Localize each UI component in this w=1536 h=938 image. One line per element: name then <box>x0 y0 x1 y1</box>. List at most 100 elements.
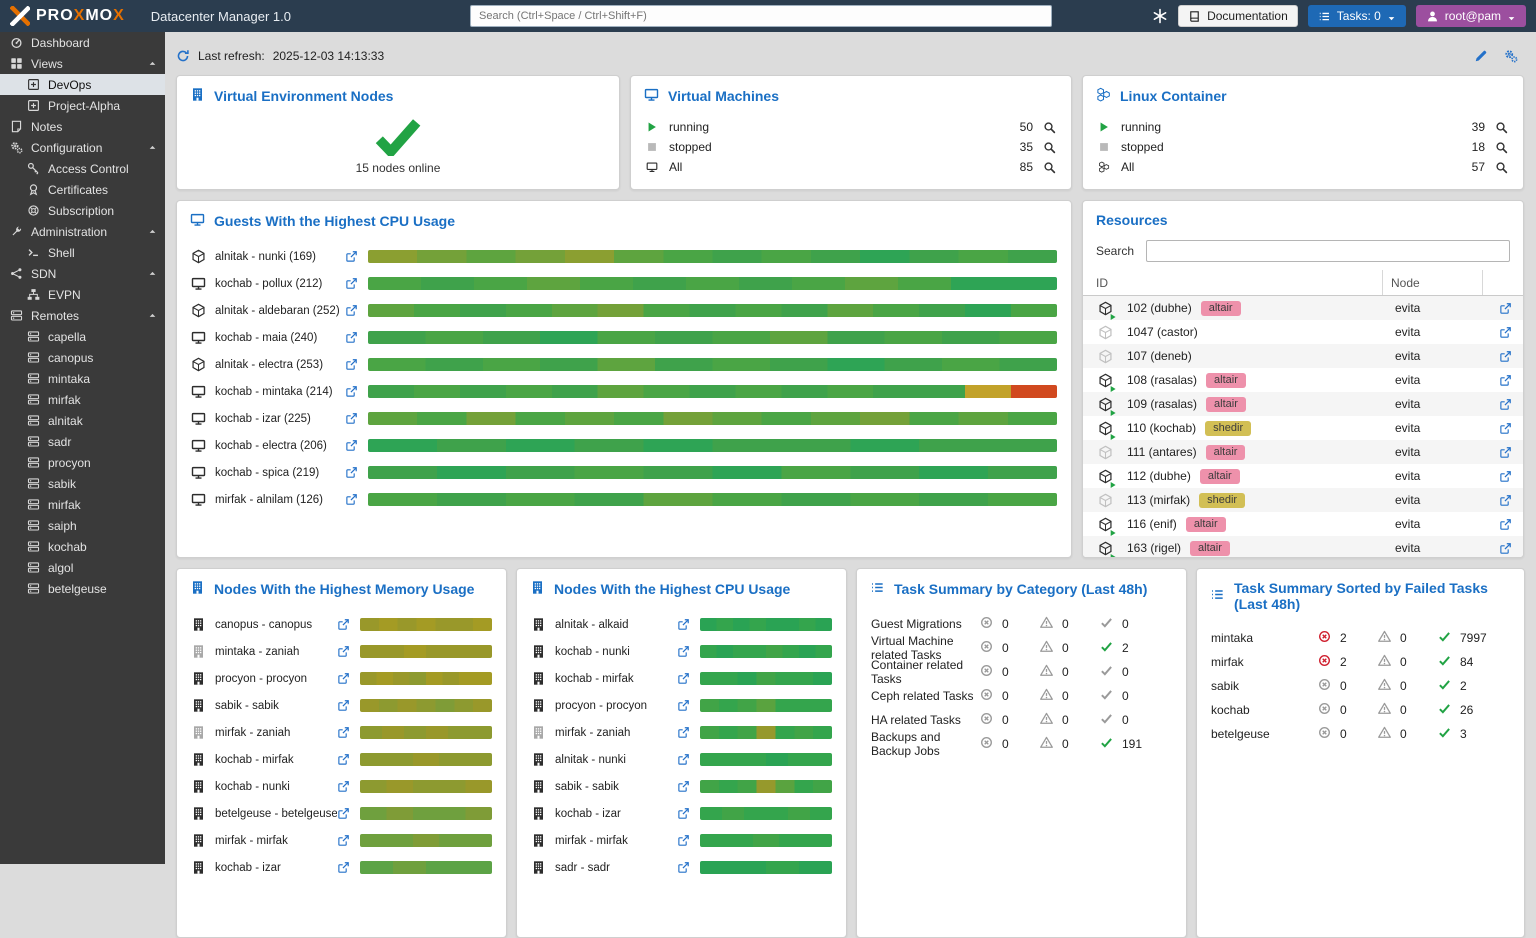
resource-row[interactable]: 110 (kochab)shedirevita <box>1083 416 1523 440</box>
external-link-icon[interactable] <box>345 493 358 506</box>
external-link-icon[interactable] <box>677 753 690 766</box>
external-link-icon[interactable] <box>1499 542 1512 555</box>
resource-row[interactable]: 108 (rasalas)altairevita <box>1083 368 1523 392</box>
external-link-icon[interactable] <box>1499 374 1512 387</box>
external-link-icon[interactable] <box>337 807 350 820</box>
search-icon[interactable] <box>1495 141 1508 154</box>
search-icon[interactable] <box>1495 161 1508 174</box>
sidebar-item-dashboard[interactable]: Dashboard <box>0 32 165 53</box>
external-link-icon[interactable] <box>1499 470 1512 483</box>
caret-up-icon[interactable] <box>148 269 157 278</box>
tasks-button[interactable]: Tasks: 0 <box>1308 5 1406 27</box>
external-link-icon[interactable] <box>1499 494 1512 507</box>
resource-row[interactable]: 109 (rasalas)altairevita <box>1083 392 1523 416</box>
external-link-icon[interactable] <box>345 439 358 452</box>
external-link-icon[interactable] <box>677 726 690 739</box>
external-link-icon[interactable] <box>1499 422 1512 435</box>
sidebar-item-shell[interactable]: Shell <box>0 242 165 263</box>
sidebar-item-sdn[interactable]: SDN <box>0 263 165 284</box>
external-link-icon[interactable] <box>1499 350 1512 363</box>
resource-row[interactable]: 112 (dubhe)altairevita <box>1083 464 1523 488</box>
external-link-icon[interactable] <box>677 618 690 631</box>
external-link-icon[interactable] <box>337 618 350 631</box>
sidebar-item-administration[interactable]: Administration <box>0 221 165 242</box>
settings-cogs-icon[interactable] <box>1504 49 1518 63</box>
external-link-icon[interactable] <box>345 385 358 398</box>
sidebar-item-saiph[interactable]: saiph <box>0 515 165 536</box>
external-link-icon[interactable] <box>337 726 350 739</box>
sidebar-item-procyon[interactable]: procyon <box>0 452 165 473</box>
resource-row[interactable]: 116 (enif)altairevita <box>1083 512 1523 536</box>
caret-up-icon[interactable] <box>148 143 157 152</box>
external-link-icon[interactable] <box>677 699 690 712</box>
external-link-icon[interactable] <box>1499 326 1512 339</box>
external-link-icon[interactable] <box>677 645 690 658</box>
refresh-icon[interactable] <box>176 49 190 63</box>
external-link-icon[interactable] <box>337 780 350 793</box>
global-search-input[interactable] <box>470 5 1052 27</box>
external-link-icon[interactable] <box>345 250 358 263</box>
resource-row[interactable]: 113 (mirfak)shedirevita <box>1083 488 1523 512</box>
external-link-icon[interactable] <box>677 780 690 793</box>
external-link-icon[interactable] <box>337 834 350 847</box>
sidebar-item-views[interactable]: Views <box>0 53 165 74</box>
resource-row[interactable]: 1047 (castor)evita <box>1083 320 1523 344</box>
sidebar-item-devops[interactable]: DevOps <box>0 74 165 95</box>
caret-up-icon[interactable] <box>148 311 157 320</box>
resource-row[interactable]: 102 (dubhe)altairevita <box>1083 296 1523 320</box>
sidebar-item-remotes[interactable]: Remotes <box>0 305 165 326</box>
user-menu-button[interactable]: root@pam <box>1416 5 1526 27</box>
external-link-icon[interactable] <box>677 672 690 685</box>
sidebar-item-kochab[interactable]: kochab <box>0 536 165 557</box>
resource-row[interactable]: 111 (antares)altairevita <box>1083 440 1523 464</box>
sidebar-item-alnitak[interactable]: alnitak <box>0 410 165 431</box>
search-icon[interactable] <box>1043 161 1056 174</box>
external-link-icon[interactable] <box>337 753 350 766</box>
sidebar-item-betelgeuse[interactable]: betelgeuse <box>0 578 165 599</box>
caret-up-icon[interactable] <box>148 59 157 68</box>
caret-up-icon[interactable] <box>148 227 157 236</box>
external-link-icon[interactable] <box>677 861 690 874</box>
resource-row[interactable]: 107 (deneb)evita <box>1083 344 1523 368</box>
search-icon[interactable] <box>1043 141 1056 154</box>
sidebar-item-mirfak[interactable]: mirfak <box>0 494 165 515</box>
external-link-icon[interactable] <box>345 277 358 290</box>
external-link-icon[interactable] <box>1499 518 1512 531</box>
external-link-icon[interactable] <box>1499 302 1512 315</box>
external-link-icon[interactable] <box>345 304 358 317</box>
search-icon[interactable] <box>1495 121 1508 134</box>
search-icon[interactable] <box>1043 121 1056 134</box>
external-link-icon[interactable] <box>337 672 350 685</box>
external-link-icon[interactable] <box>1499 398 1512 411</box>
sidebar-item-capella[interactable]: capella <box>0 326 165 347</box>
external-link-icon[interactable] <box>1499 446 1512 459</box>
sidebar-item-project-alpha[interactable]: Project-Alpha <box>0 95 165 116</box>
sidebar-item-evpn[interactable]: EVPN <box>0 284 165 305</box>
column-header-id[interactable]: ID <box>1083 270 1383 295</box>
resource-row[interactable]: 163 (rigel)altairevita <box>1083 536 1523 558</box>
column-header-node[interactable]: Node <box>1383 270 1483 295</box>
external-link-icon[interactable] <box>677 807 690 820</box>
external-link-icon[interactable] <box>345 412 358 425</box>
sidebar-item-mintaka[interactable]: mintaka <box>0 368 165 389</box>
external-link-icon[interactable] <box>345 331 358 344</box>
edit-dashboard-icon[interactable] <box>1474 49 1488 63</box>
external-link-icon[interactable] <box>337 645 350 658</box>
sidebar-item-sabik[interactable]: sabik <box>0 473 165 494</box>
external-link-icon[interactable] <box>677 834 690 847</box>
sidebar-item-mirfak[interactable]: mirfak <box>0 389 165 410</box>
sidebar-item-subscription[interactable]: Subscription <box>0 200 165 221</box>
external-link-icon[interactable] <box>337 861 350 874</box>
sidebar-item-configuration[interactable]: Configuration <box>0 137 165 158</box>
resources-search-input[interactable] <box>1146 240 1510 262</box>
documentation-button[interactable]: Documentation <box>1178 5 1298 27</box>
sidebar-item-sadr[interactable]: sadr <box>0 431 165 452</box>
sidebar-item-access-control[interactable]: Access Control <box>0 158 165 179</box>
asterisk-icon[interactable] <box>1152 8 1168 24</box>
sidebar-item-notes[interactable]: Notes <box>0 116 165 137</box>
external-link-icon[interactable] <box>337 699 350 712</box>
external-link-icon[interactable] <box>345 466 358 479</box>
sidebar-item-certificates[interactable]: Certificates <box>0 179 165 200</box>
sidebar-item-canopus[interactable]: canopus <box>0 347 165 368</box>
external-link-icon[interactable] <box>345 358 358 371</box>
